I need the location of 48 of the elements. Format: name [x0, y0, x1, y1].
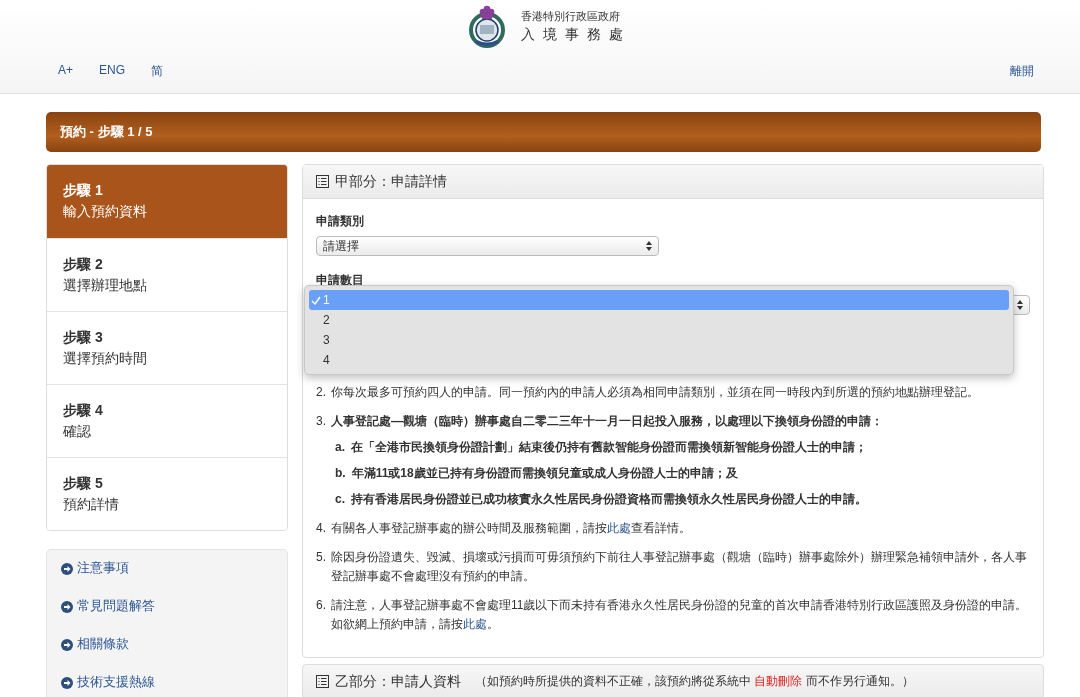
agency-name: 香港特別行政區政府 [521, 8, 622, 24]
logout-link[interactable]: 離開 [1010, 63, 1034, 80]
toolbar-link[interactable]: ENG [99, 63, 126, 80]
list-letter: c. [335, 491, 346, 508]
sidebar-link[interactable]: 技術支援熱線 [77, 674, 155, 691]
sidebar-link[interactable]: 相關條款 [77, 636, 129, 653]
step-title: 選擇預約時間 [63, 350, 148, 368]
list-number: 3. [316, 413, 326, 430]
step-banner: 預約 - 步驟 1 / 5 [46, 112, 1041, 152]
field-label: 申請類別 [316, 213, 365, 230]
list-number: 5. [316, 549, 326, 566]
step-title: 預約詳情 [63, 496, 120, 514]
section-title: 乙部分：申請人資料 [335, 672, 461, 691]
note-text: 人事登記處—觀塘（臨時）辦事處自二零二三年十一月一日起投入服務，以處理以下換領身份證的申請： [331, 413, 883, 430]
section-title: 甲部分：申請詳情 [335, 172, 447, 191]
toolbar-link[interactable]: A+ [58, 63, 73, 80]
note-text: 除因身份證遺失、毀滅、損壞或污損而可毋須預約下前往人事登記辦事處（觀塘（臨時）辦事處除外）辦理緊急補領申請外，各人事登記辦事處不會處理沒有預約的申請。 [331, 549, 1028, 585]
note-text: 在「全港市民換領身份證計劃」結束後仍持有舊款智能身份證而需換領新智能身份證人士的申請； [351, 439, 868, 456]
toolbar-link[interactable]: 简 [151, 63, 164, 80]
dropdown-option[interactable]: 3 [309, 330, 1009, 350]
step-number: 步驟 1 [63, 182, 104, 200]
list-number: 6. [316, 597, 326, 614]
list-letter: a. [335, 439, 346, 456]
step-number: 步驟 3 [63, 329, 104, 347]
dropdown-option[interactable]: 4 [309, 350, 1009, 370]
note-text: 年滿11或18歲並已持有身份證而需換領兒童或成人身份證人士的申請；及 [351, 465, 738, 482]
step-title: 選擇辦理地點 [63, 277, 148, 295]
list-number: 4. [316, 520, 326, 537]
note-text: 請注意，人事登記辦事處不會處理11歲以下而未持有香港永久性居民身份證的兒童的首次申請香港特別行政區護照及身份證的申請。如欲網上預約申請，請按此處。 [331, 597, 1029, 633]
list-number: 2. [316, 384, 326, 401]
sidebar-link[interactable]: 常見問題解答 [77, 598, 155, 615]
note-text: 你每次最多可預約四人的申請。同一預約內的申請人必須為相同申請類別，並須在同一時段內到所選的預約地點辦理登記。 [331, 384, 979, 401]
field-label: 申請數目 [316, 272, 365, 289]
dropdown-option[interactable]: 2 [309, 310, 1009, 330]
step-number: 步驟 2 [63, 256, 104, 274]
step-number: 步驟 4 [63, 402, 104, 420]
list-letter: b. [335, 465, 346, 482]
step-title: 確認 [63, 423, 92, 441]
sidebar-link[interactable]: 注意事項 [77, 560, 129, 577]
select-field[interactable]: 請選擇 [316, 236, 659, 256]
step-title: 輸入預約資料 [63, 203, 148, 221]
department-name: 入 境 事 務 處 [521, 25, 625, 44]
note-text: 持有香港居民身份證並已成功核實永久性居民身份證資格而需換領永久性居民身份證人士的申請。 [351, 491, 868, 508]
here-link[interactable]: 此處 [463, 617, 487, 631]
section-note: （如預約時所提供的資料不正確，該預約將從系統中 自動刪除 而不作另行通知。） [475, 673, 914, 690]
step-number: 步驟 5 [63, 475, 104, 493]
here-link[interactable]: 此處 [607, 521, 631, 535]
note-text: 有關各人事登記辦事處的辦公時間及服務範圍，請按此處查看詳情。 [331, 520, 691, 537]
